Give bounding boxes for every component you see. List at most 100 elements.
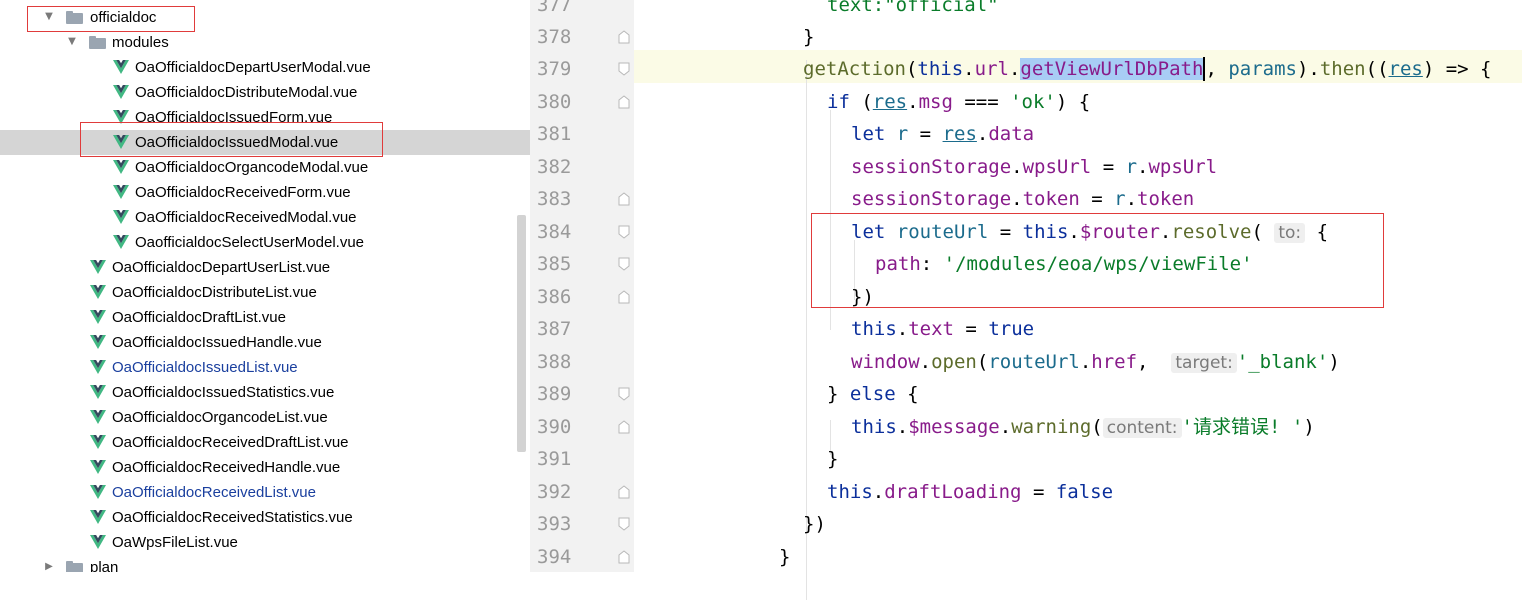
code-line[interactable]: } else { — [827, 382, 919, 406]
code-token: getViewUrlDbPath — [1020, 58, 1204, 80]
chevron-down-icon[interactable]: ▼ — [67, 36, 77, 48]
code-token: 'ok' — [1010, 91, 1056, 113]
tree-file[interactable]: OaOfficialdocReceivedDraftList.vue — [0, 430, 530, 455]
fold-marker-icon[interactable] — [618, 485, 630, 499]
tree-file[interactable]: OaOfficialdocDistributeList.vue — [0, 280, 530, 305]
tree-file[interactable]: OaOfficialdocIssuedHandle.vue — [0, 330, 530, 355]
code-token: } — [779, 546, 791, 568]
code-token: ( — [849, 91, 873, 113]
code-token: '_blank' — [1236, 351, 1329, 373]
annotation-box-officialdoc — [27, 6, 195, 32]
code-line[interactable]: let r = res.data — [851, 122, 1034, 146]
code-line[interactable]: }) — [803, 512, 826, 536]
tree-file[interactable]: OaOfficialdocDepartUserModal.vue — [0, 55, 530, 80]
line-number: 386 — [537, 286, 572, 308]
code-token: ( — [976, 351, 989, 373]
fold-marker-icon[interactable] — [618, 30, 630, 44]
code-token: ( — [905, 58, 918, 80]
tree-file[interactable]: OaOfficialdocDepartUserList.vue — [0, 255, 530, 280]
code-token: . — [963, 58, 975, 80]
code-token: r — [1125, 156, 1138, 178]
line-number: 391 — [537, 448, 572, 470]
tree-file[interactable]: OaOfficialdocReceivedList.vue — [0, 480, 530, 505]
tree-item-label: OaOfficialdocDepartUserList.vue — [112, 259, 331, 276]
code-token: true — [988, 318, 1035, 340]
code-token: then — [1319, 58, 1366, 80]
code-line[interactable]: text:"official" — [827, 0, 999, 17]
tree-item-label: OaOfficialdocDistributeModal.vue — [135, 84, 358, 101]
tree-file[interactable]: OaOfficialdocIssuedStatistics.vue — [0, 380, 530, 405]
code-line[interactable]: if (res.msg === 'ok') { — [827, 90, 1090, 114]
tree-file[interactable]: OaOfficialdocReceivedModal.vue — [0, 205, 530, 230]
code-token: }) — [803, 513, 826, 535]
code-line[interactable]: this.draftLoading = false — [827, 480, 1113, 504]
line-number: 394 — [537, 546, 572, 568]
code-token: } — [827, 448, 839, 470]
vue-file-icon — [90, 385, 106, 399]
tree-file[interactable]: OaOfficialdocIssuedList.vue — [0, 355, 530, 380]
code-token: r — [896, 123, 909, 145]
tree-folder[interactable]: ▼ modules — [0, 30, 530, 55]
vue-file-icon — [90, 510, 106, 524]
code-token: = — [953, 318, 989, 340]
project-tree[interactable]: ▼ officialdoc ▼ modules OaOfficialdocDepartU… — [0, 0, 530, 572]
code-token: sessionStorage — [851, 156, 1012, 178]
code-token: this — [917, 58, 964, 80]
code-token: token — [1022, 188, 1080, 210]
tree-item-label: OaOfficialdocReceivedStatistics.vue — [112, 509, 353, 526]
code-line[interactable]: } — [803, 25, 814, 49]
code-token: { — [895, 383, 919, 405]
code-token: ) => { — [1422, 58, 1492, 80]
folder-icon — [66, 561, 83, 572]
tree-item-label: OaOfficialdocDistributeList.vue — [112, 284, 317, 301]
tree-file[interactable]: OaOfficialdocDistributeModal.vue — [0, 80, 530, 105]
code-line[interactable]: window.open(routeUrl.href, target: '_blan… — [851, 350, 1340, 375]
fold-marker-icon[interactable] — [618, 550, 630, 564]
line-number: 388 — [537, 351, 572, 373]
code-token: text — [908, 318, 954, 340]
code-line[interactable]: getAction(this.url.getViewUrlDbPath, par… — [803, 57, 1491, 81]
code-token: text:"official" — [827, 0, 999, 16]
code-token: } — [827, 383, 850, 405]
code-token: (( — [1365, 58, 1389, 80]
fold-marker-icon[interactable] — [618, 290, 630, 304]
vue-file-icon — [113, 210, 129, 224]
tree-file[interactable]: OaOfficialdocReceivedForm.vue — [0, 180, 530, 205]
code-token: open — [931, 351, 977, 373]
fold-marker-icon[interactable] — [618, 387, 630, 401]
vue-file-icon — [113, 235, 129, 249]
fold-marker-icon[interactable] — [618, 517, 630, 531]
code-token: . — [1125, 188, 1138, 210]
code-line[interactable]: this.text = true — [851, 317, 1034, 341]
line-number: 383 — [537, 188, 572, 210]
tree-file[interactable]: OaOfficialdocOrgancodeModal.vue — [0, 155, 530, 180]
code-line[interactable]: } — [779, 545, 790, 569]
tree-file[interactable]: OaOfficialdocDraftList.vue — [0, 305, 530, 330]
fold-marker-icon[interactable] — [618, 420, 630, 434]
code-line[interactable]: this.$message.warning(content: '请求错误! ') — [851, 415, 1315, 440]
code-token: ). — [1296, 58, 1320, 80]
fold-marker-icon[interactable] — [618, 192, 630, 206]
code-line[interactable]: sessionStorage.token = r.token — [851, 187, 1194, 211]
code-token: res — [942, 123, 977, 145]
fold-marker-icon[interactable] — [618, 62, 630, 76]
tree-item-label: OaOfficialdocIssuedStatistics.vue — [112, 384, 335, 401]
fold-marker-icon[interactable] — [618, 225, 630, 239]
tree-file[interactable]: OaOfficialdocReceivedHandle.vue — [0, 455, 530, 480]
tree-folder[interactable]: ▶ plan — [0, 555, 530, 572]
tree-item-label: OaOfficialdocDraftList.vue — [112, 309, 286, 326]
code-line[interactable]: sessionStorage.wpsUrl = r.wpsUrl — [851, 155, 1217, 179]
tree-file[interactable]: OaOfficialdocReceivedStatistics.vue — [0, 505, 530, 530]
fold-marker-icon[interactable] — [618, 95, 630, 109]
tree-file[interactable]: OaofficialdocSelectUserModel.vue — [0, 230, 530, 255]
chevron-right-icon[interactable]: ▶ — [44, 561, 54, 572]
tree-file[interactable]: OaOfficialdocOrgancodeList.vue — [0, 405, 530, 430]
tree-scrollbar[interactable] — [517, 215, 526, 452]
code-line[interactable]: } — [827, 447, 838, 471]
fold-marker-icon[interactable] — [618, 257, 630, 271]
code-token: = — [908, 123, 943, 145]
code-token: if — [827, 91, 850, 113]
code-token: getAction — [803, 58, 906, 80]
code-token: res — [1388, 58, 1423, 80]
tree-file[interactable]: OaWpsFileList.vue — [0, 530, 530, 555]
